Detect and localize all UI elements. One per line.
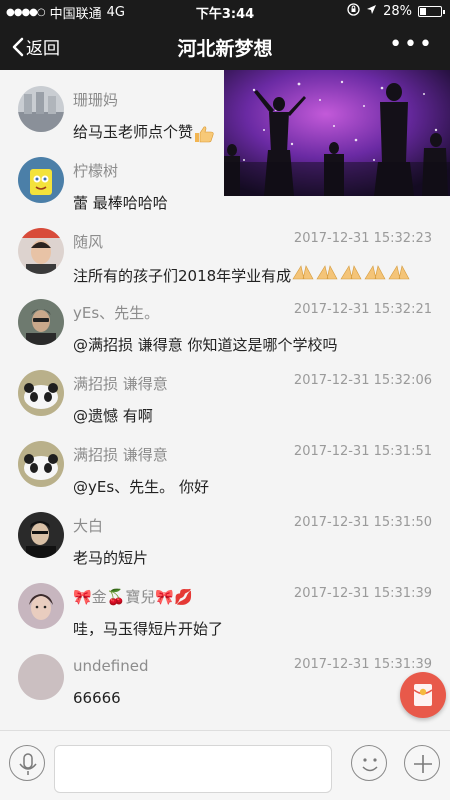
message-item: 🎀金🍒寶兒🎀💋 2017-12-31 15:31:39 哇，马玉得短片开始了	[0, 567, 450, 638]
message-time: 2017-12-31 15:32:21	[293, 302, 432, 317]
avatar[interactable]	[18, 441, 64, 487]
smile-icon	[362, 758, 378, 772]
avatar[interactable]	[18, 512, 64, 558]
avatar[interactable]	[18, 583, 64, 629]
status-bar: ●●●●○ 中国联通 4G 下午3:44 28%	[0, 0, 450, 22]
avatar[interactable]	[18, 654, 64, 700]
input-bar	[0, 730, 450, 800]
message-author: yEs、先生。	[73, 304, 160, 322]
message-text: 哇，马玉得短片开始了	[73, 620, 224, 638]
rotation-lock-icon	[347, 3, 360, 20]
message-time: 2017-12-31 15:31:51	[293, 444, 432, 459]
microphone-icon	[19, 753, 37, 775]
message-time: 2017-12-31 15:31:50	[293, 515, 432, 530]
message-time: 2017-12-31 15:31:39	[293, 586, 432, 601]
message-author: 🎀金🍒寶兒🎀💋	[73, 588, 193, 606]
battery-percent: 28%	[383, 4, 412, 19]
message-text: 老马的短片	[73, 549, 149, 567]
avatar[interactable]	[18, 299, 64, 345]
message-item: undefined 2017-12-31 15:31:39 66666	[0, 638, 450, 709]
video-player[interactable]	[224, 70, 450, 196]
message-author: 柠檬树	[73, 162, 119, 180]
message-time: 2017-12-31 15:31:39	[293, 657, 432, 672]
message-author: 随风	[73, 233, 104, 251]
more-actions-button[interactable]	[404, 745, 440, 781]
message-text: 蕾 最棒哈哈哈	[73, 194, 168, 212]
thumbs-up-icon	[193, 125, 215, 142]
nav-bar: 返回 河北新梦想 •••	[0, 22, 450, 70]
emoji-button[interactable]	[351, 745, 387, 781]
message-item: 满招损 谦得意 2017-12-31 15:32:06 @遗憾 有啊	[0, 354, 450, 425]
red-packet-icon	[413, 684, 433, 706]
more-button[interactable]: •••	[389, 32, 434, 57]
avatar[interactable]	[18, 86, 64, 132]
message-input[interactable]	[54, 745, 332, 793]
message-text: @遗憾 有啊	[73, 407, 153, 425]
voice-button[interactable]	[9, 745, 45, 781]
message-time: 2017-12-31 15:32:23	[293, 231, 432, 246]
message-item: 满招损 谦得意 2017-12-31 15:31:51 @yEs、先生。 你好	[0, 425, 450, 496]
message-author: 满招损 谦得意	[73, 375, 168, 393]
message-author: undefined	[73, 657, 149, 675]
plus-icon	[414, 755, 432, 773]
message-item: yEs、先生。 2017-12-31 15:32:21 @满招损 谦得意 你知道…	[0, 283, 450, 354]
message-text: @yEs、先生。 你好	[73, 478, 209, 496]
message-author: 满招损 谦得意	[73, 446, 168, 464]
message-time: 2017-12-31 15:32:06	[293, 373, 432, 388]
message-author: 珊珊妈	[73, 91, 119, 109]
message-text: @满招损 谦得意 你知道这是哪个学校吗	[73, 336, 338, 354]
video-frame	[224, 70, 450, 196]
message-item: 大白 2017-12-31 15:31:50 老马的短片	[0, 496, 450, 567]
location-icon	[366, 4, 377, 19]
red-packet-button[interactable]	[400, 672, 446, 718]
message-item: 随风 2017-12-31 15:32:23 注所有的孩子们2018年学业有成	[0, 212, 450, 285]
message-text: 66666	[73, 689, 121, 707]
avatar[interactable]	[18, 157, 64, 203]
battery-icon	[418, 6, 445, 17]
avatar[interactable]	[18, 370, 64, 416]
message-text: 给马玉老师点个赞	[73, 121, 215, 142]
avatar[interactable]	[18, 228, 64, 274]
message-author: 大白	[73, 517, 104, 535]
page-title: 河北新梦想	[177, 38, 273, 60]
